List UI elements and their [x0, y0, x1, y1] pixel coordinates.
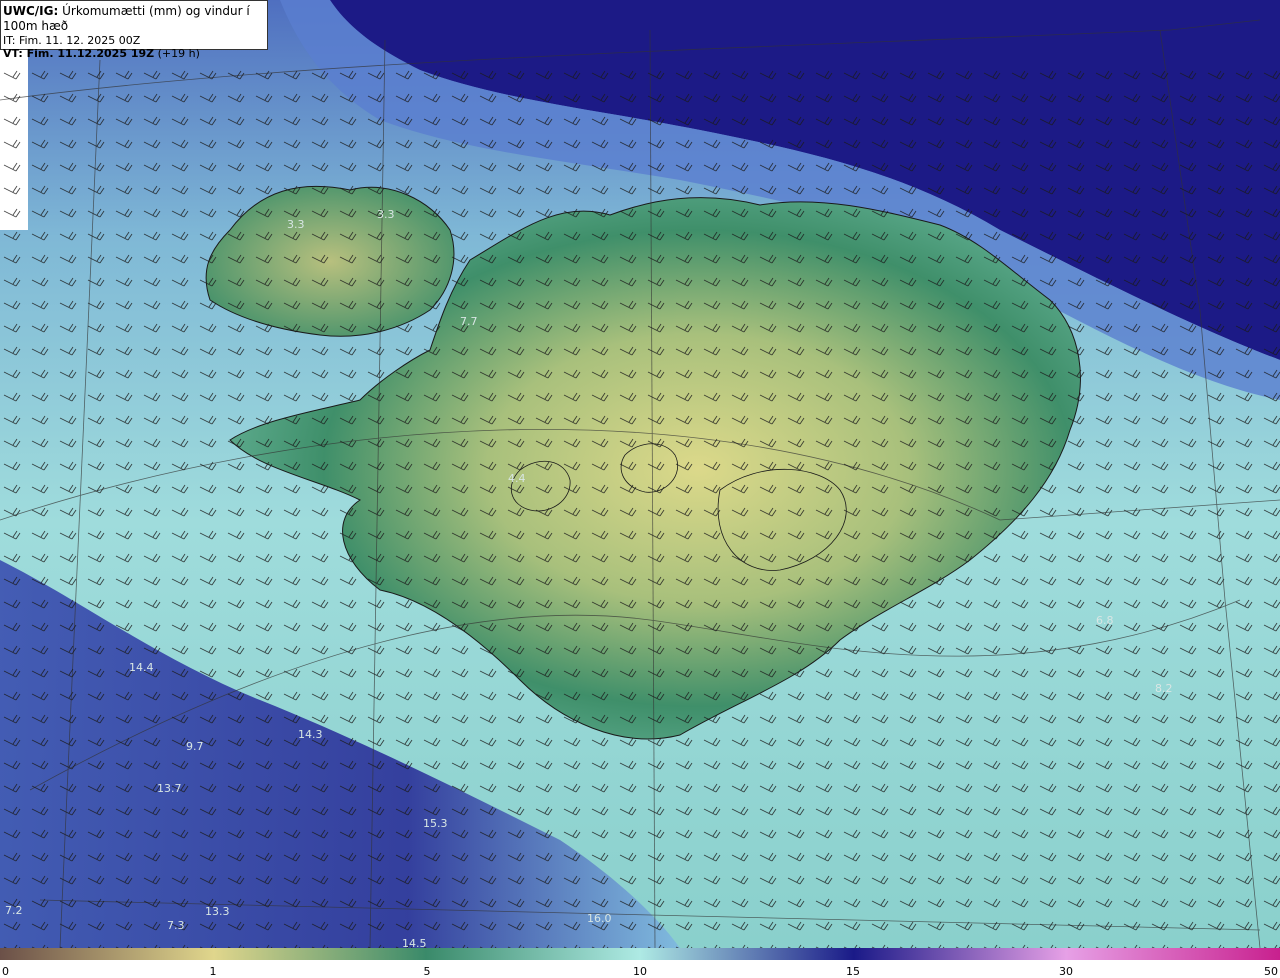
- field-value-label: 3.3: [377, 208, 395, 221]
- field-value-label: 9.7: [186, 740, 204, 753]
- valid-time-label: VT: Fim. 11.12.2025 19Z: [3, 47, 155, 60]
- colorbar: 0 1 5 10 15 30 50: [0, 948, 1280, 978]
- field-value-label: 13.3: [205, 905, 230, 918]
- field-value-label: 14.3: [298, 728, 323, 741]
- field-value-label: 6.8: [1096, 614, 1114, 627]
- colorbar-tick: 10: [633, 965, 647, 978]
- colorbar-strip: [0, 948, 1280, 960]
- colorbar-tick: 30: [1059, 965, 1073, 978]
- map-info-box: UWC/IG: Úrkomumætti (mm) og vindur í 100…: [0, 0, 268, 60]
- field-value-label: 4.4: [508, 472, 526, 485]
- field-value-label: 7.3: [167, 919, 185, 932]
- field-value-label: 3.3: [287, 218, 305, 231]
- field-value-label: 14.5: [402, 937, 427, 948]
- colorbar-tick: 50: [1264, 965, 1278, 978]
- valid-time: VT: Fim. 11.12.2025 19Z (+19 h): [3, 47, 267, 60]
- field-value-label: 16.0: [587, 912, 612, 925]
- field-value-label: 15.3: [423, 817, 448, 830]
- colorbar-tick: 1: [209, 965, 217, 978]
- product-code: UWC/IG:: [3, 4, 59, 18]
- map-title: UWC/IG: Úrkomumætti (mm) og vindur í 100…: [3, 4, 267, 34]
- colorbar-tick: 5: [423, 965, 431, 978]
- wind-barbs: [0, 60, 1280, 948]
- colorbar-tick: 15: [846, 965, 860, 978]
- issue-time: IT: Fim. 11. 12. 2025 00Z: [3, 34, 141, 47]
- field-value-label: 7.2: [5, 904, 23, 917]
- field-value-label: 8.2: [1155, 682, 1173, 695]
- colorbar-tick: 0: [2, 965, 9, 978]
- valid-time-offset: (+19 h): [157, 47, 200, 60]
- field-value-label: 7.7: [460, 315, 478, 328]
- forecast-map[interactable]: 3.3 3.3 7.7 4.4 6.8 8.2 14.4 14.3 9.7 13…: [0, 0, 1280, 948]
- field-value-label: 13.7: [157, 782, 182, 795]
- field-value-label: 14.4: [129, 661, 154, 674]
